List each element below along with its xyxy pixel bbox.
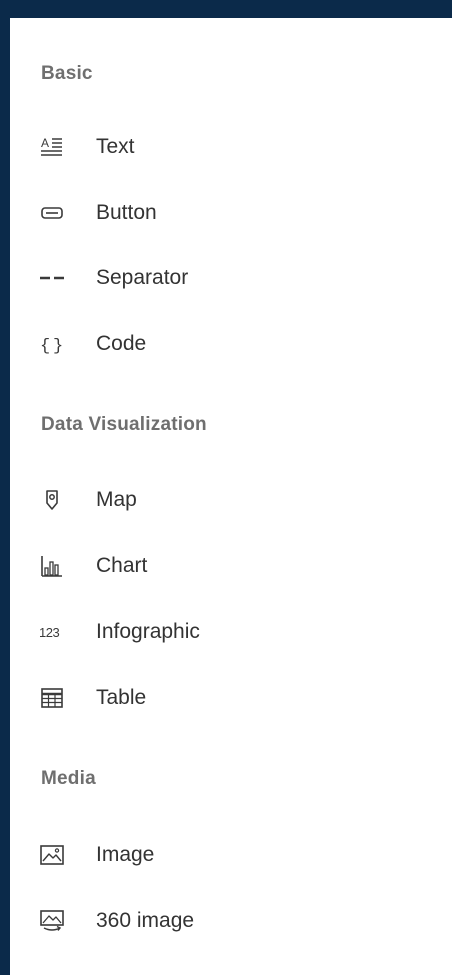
section-title-media: Media bbox=[41, 768, 96, 789]
svg-text:A: A bbox=[41, 136, 49, 150]
map-pin-icon bbox=[32, 486, 72, 514]
image-icon bbox=[32, 841, 72, 869]
bar-chart-icon bbox=[32, 552, 72, 580]
component-item-label: Chart bbox=[96, 554, 148, 577]
component-item-image[interactable]: Image bbox=[32, 833, 432, 877]
image-360-icon bbox=[32, 907, 72, 935]
component-item-label: Table bbox=[96, 686, 147, 709]
component-item-map[interactable]: Map bbox=[32, 478, 432, 522]
component-item-code[interactable]: { } Code bbox=[32, 322, 432, 366]
component-item-label: Infographic bbox=[96, 620, 200, 643]
infographic-123-icon: 123 bbox=[32, 618, 72, 646]
table-icon bbox=[32, 684, 72, 712]
components-panel: Basic A Text Button Separator {} Code D… bbox=[10, 18, 452, 975]
component-item-infographic[interactable]: 123 Infographic bbox=[32, 610, 432, 654]
component-item-table[interactable]: Table bbox=[32, 676, 432, 720]
component-item-button[interactable]: Button bbox=[32, 191, 432, 235]
button-icon bbox=[32, 199, 72, 227]
component-item-label: Image bbox=[96, 843, 155, 866]
component-item-360-image[interactable]: 360 image bbox=[32, 899, 432, 943]
component-item-label: Text bbox=[96, 135, 135, 158]
section-title-data-visualization: Data Visualization bbox=[41, 414, 207, 435]
code-icon: { } bbox=[32, 330, 72, 358]
component-item-label: Code bbox=[96, 332, 147, 355]
svg-text:{: { bbox=[40, 337, 50, 355]
component-item-separator[interactable]: Separator bbox=[32, 256, 432, 300]
svg-text:123: 123 bbox=[39, 625, 59, 640]
separator-icon bbox=[32, 264, 72, 292]
text-icon: A bbox=[32, 133, 72, 161]
window-frame: Basic A Text Button Separator {} Code D… bbox=[0, 0, 452, 975]
section-title-basic: Basic bbox=[41, 63, 93, 84]
component-item-chart[interactable]: Chart bbox=[32, 544, 432, 588]
component-item-text[interactable]: A Text bbox=[32, 125, 432, 169]
component-item-label: Map bbox=[96, 488, 137, 511]
component-item-label: 360 image bbox=[96, 909, 195, 932]
component-item-label: Separator bbox=[96, 266, 189, 289]
svg-text:}: } bbox=[53, 337, 63, 355]
component-item-label: Button bbox=[96, 201, 157, 224]
